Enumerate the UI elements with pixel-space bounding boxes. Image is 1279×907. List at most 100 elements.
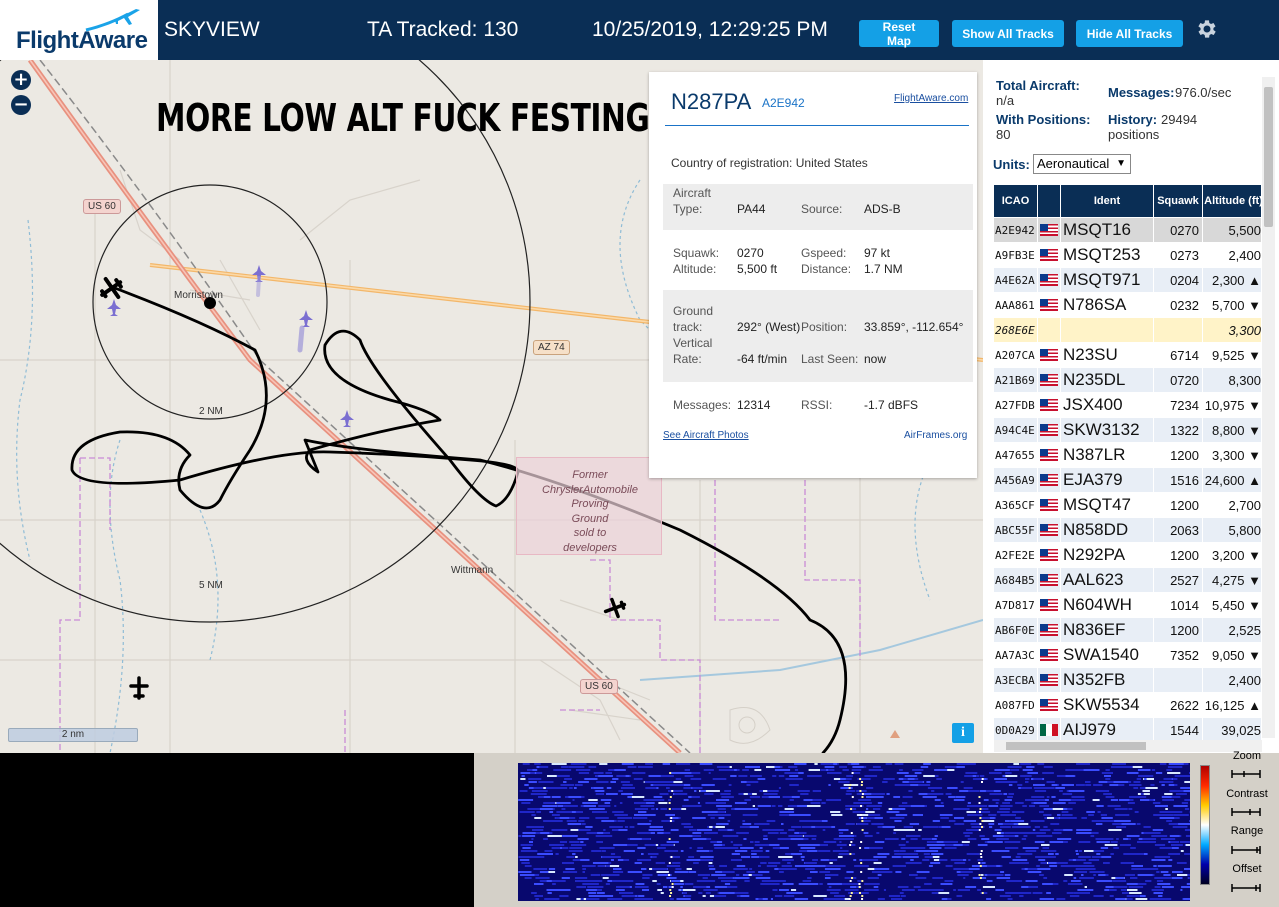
clock-datetime: 10/25/2019, 12:29:25 PM: [592, 18, 828, 41]
table-row[interactable]: A3ECBA N352FB 2,400: [994, 668, 1261, 692]
flightaware-logo[interactable]: FlightAware: [0, 0, 158, 60]
squawk-cell: 2527: [1154, 568, 1202, 592]
us60-shield: US 60: [580, 679, 618, 694]
selected-aircraft-popup: N287PA A2E942 FlightAware.com Country of…: [649, 72, 977, 478]
popup-section-type: Aircraft Type: PA44 Source: ADS-B: [663, 184, 973, 230]
column-header-ident[interactable]: Ident: [1061, 185, 1153, 217]
aircraft-photos-link[interactable]: See Aircraft Photos: [663, 430, 749, 441]
popup-ident: N287PA: [671, 89, 752, 114]
table-row[interactable]: A94C4E SKW3132 1322 8,800 ▼: [994, 418, 1261, 442]
waterfall-spectrogram[interactable]: [518, 763, 1190, 901]
ident-cell: SWA1540: [1061, 643, 1153, 667]
table-row[interactable]: AA7A3C SWA1540 7352 9,050 ▼: [994, 643, 1261, 667]
aircraft-icon[interactable]: [340, 410, 354, 427]
altitude-cell: 4,275 ▼: [1203, 568, 1261, 592]
ident-cell: N858DD: [1061, 518, 1153, 542]
table-row[interactable]: A365CF MSQT47 1200 2,700: [994, 493, 1261, 517]
table-row[interactable]: AB6F0E N836EF 1200 2,525: [994, 618, 1261, 642]
table-row[interactable]: A087FD SKW5534 2622 16,125 ▲: [994, 693, 1261, 717]
ident-cell: EJA379: [1061, 468, 1153, 492]
aircraft-table-container[interactable]: ICAO Ident Squawk Altitude (ft) A2E942 MS…: [994, 184, 1261, 740]
zoom-slider[interactable]: [1230, 769, 1262, 779]
squawk-cell: 1200: [1154, 493, 1202, 517]
icao-cell: ABC55F: [994, 518, 1037, 542]
aircraft-type-label: Aircraft: [673, 186, 712, 200]
table-row[interactable]: A27FDB JSX400 7234 10,975 ▼: [994, 393, 1261, 417]
flag-us-icon: [1040, 673, 1058, 686]
history-unit: positions: [1108, 127, 1160, 142]
altitude-cell: 5,450 ▼: [1203, 593, 1261, 617]
ident-cell: N786SA: [1061, 293, 1153, 317]
table-row[interactable]: A4E62A MSQT971 0204 2,300 ▲: [994, 268, 1261, 292]
zoom-in-button[interactable]: +: [11, 70, 31, 90]
squawk-cell: 1014: [1154, 593, 1202, 617]
squawk-cell: 6714: [1154, 343, 1202, 367]
flag-cell: [1038, 493, 1060, 517]
vertical-rate-label: Rate:: [673, 352, 702, 366]
zoom-out-button[interactable]: −: [11, 95, 31, 115]
table-row[interactable]: A456A9 EJA379 1516 24,600 ▲: [994, 468, 1261, 492]
town-label-wittmann: Wittmann: [451, 565, 494, 576]
table-row[interactable]: A2E942 MSQT16 0270 5,500: [994, 218, 1261, 242]
show-all-tracks-button[interactable]: Show All Tracks: [952, 20, 1064, 47]
column-header-flag[interactable]: [1038, 185, 1060, 217]
messages-label: Messages:: [673, 398, 732, 412]
ident-cell: [1061, 318, 1153, 342]
column-header-squawk[interactable]: Squawk: [1154, 185, 1202, 217]
vertical-scrollbar[interactable]: [1262, 77, 1275, 738]
reset-map-button[interactable]: Reset Map: [859, 20, 939, 48]
flag-cell: [1038, 293, 1060, 317]
column-header-icao[interactable]: ICAO: [994, 185, 1037, 217]
table-row[interactable]: A9FB3E MSQT253 0273 2,400: [994, 243, 1261, 267]
aircraft-icon[interactable]: [603, 596, 628, 620]
column-header-altitude[interactable]: Altitude (ft): [1203, 185, 1261, 217]
contrast-slider[interactable]: [1230, 807, 1262, 817]
aircraft-icon-selected[interactable]: [96, 273, 127, 304]
table-row[interactable]: A2FE2E N292PA 1200 3,200 ▼: [994, 543, 1261, 567]
messages-rate-label: Messages:: [1108, 85, 1175, 100]
airframes-link[interactable]: AirFrames.org: [904, 430, 967, 441]
table-row[interactable]: A21B69 N235DL 0720 8,300: [994, 368, 1261, 392]
flag-us-icon: [1040, 473, 1058, 486]
icao-cell: A27FDB: [994, 393, 1037, 417]
ident-cell: MSQT16: [1061, 218, 1153, 242]
vertical-rate-label: Vertical: [673, 336, 713, 350]
popup-section-track: Ground track: 292° (West) Position: 33.8…: [663, 290, 973, 382]
flag-us-icon: [1040, 348, 1058, 361]
ident-cell: N387LR: [1061, 443, 1153, 467]
map-info-button[interactable]: i: [952, 723, 974, 743]
town-label-morristown: Morristown: [174, 290, 223, 301]
flightaware-link[interactable]: FlightAware.com: [894, 93, 968, 104]
table-row[interactable]: ABC55F N858DD 2063 5,800: [994, 518, 1261, 542]
aircraft-icon[interactable]: [299, 310, 313, 327]
offset-label: Offset: [1232, 863, 1262, 875]
gear-icon[interactable]: [1194, 17, 1218, 41]
table-row[interactable]: A47655 N387LR 1200 3,300 ▼: [994, 443, 1261, 467]
source-label: Source:: [801, 202, 843, 216]
logo-text: FlightAware: [16, 27, 148, 54]
us60-shield: US 60: [83, 199, 121, 214]
table-row[interactable]: A207CA N23SU 6714 9,525 ▼: [994, 343, 1261, 367]
history-label: History:: [1108, 112, 1158, 127]
hide-all-tracks-button[interactable]: Hide All Tracks: [1076, 20, 1183, 47]
squawk-cell: 1200: [1154, 543, 1202, 567]
squawk-cell: 0720: [1154, 368, 1202, 392]
flag-cell: [1038, 668, 1060, 692]
range-slider[interactable]: [1230, 845, 1262, 855]
table-row[interactable]: 0D0A29 AIJ979 1544 39,025: [994, 718, 1261, 740]
icao-cell: A9FB3E: [994, 243, 1037, 267]
aircraft-icon[interactable]: [129, 676, 149, 700]
table-row[interactable]: A684B5 AAL623 2527 4,275 ▼: [994, 568, 1261, 592]
table-row[interactable]: 268E6E 3,300: [994, 318, 1261, 342]
squawk-cell: 1322: [1154, 418, 1202, 442]
scrollbar-thumb[interactable]: [1006, 742, 1146, 750]
offset-slider[interactable]: [1230, 883, 1262, 893]
table-row[interactable]: A7D817 N604WH 1014 5,450 ▼: [994, 593, 1261, 617]
flag-cell: [1038, 568, 1060, 592]
aircraft-icon[interactable]: [107, 299, 121, 316]
scrollbar-thumb[interactable]: [1264, 87, 1273, 227]
squawk-value: 0270: [737, 246, 764, 260]
units-dropdown[interactable]: Aeronautical ▼: [1033, 154, 1131, 174]
contrast-label: Contrast: [1226, 788, 1268, 800]
table-row[interactable]: AAA861 N786SA 0232 5,700 ▼: [994, 293, 1261, 317]
